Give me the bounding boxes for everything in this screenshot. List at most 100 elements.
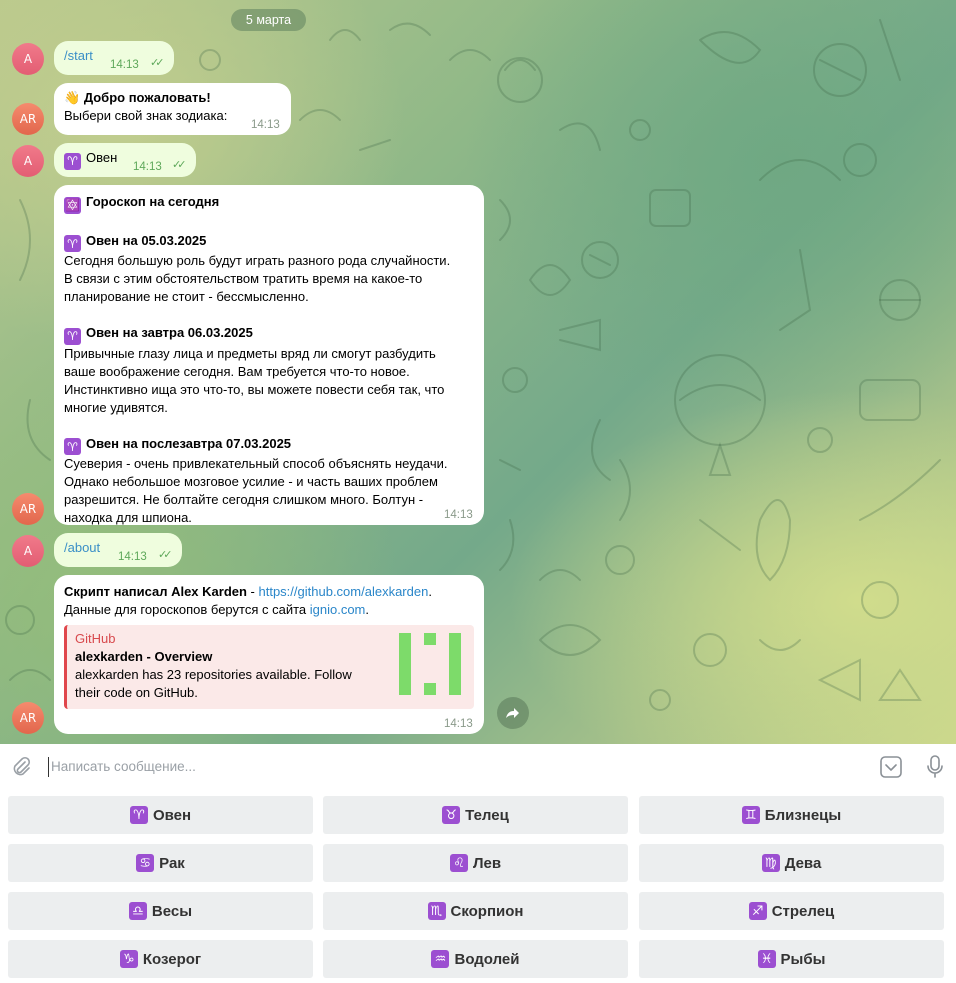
section-line: В связи с этим обстоятельством тратить в…	[64, 271, 423, 286]
section-line: Сегодня большую роль будут играть разног…	[64, 253, 451, 268]
message-time: 14:13	[118, 551, 147, 563]
zodiac-button-aries[interactable]: ♈ Овен	[8, 796, 313, 834]
command-text[interactable]: /about	[64, 540, 100, 555]
message-time: 14:13	[110, 59, 139, 71]
zodiac-button-taurus[interactable]: ♉ Телец	[323, 796, 628, 834]
aries-icon: ♈	[129, 806, 148, 824]
message-credits: Скрипт написал Alex Karden - https://git…	[54, 575, 484, 734]
user-avatar[interactable]: A	[12, 535, 44, 567]
link-preview[interactable]: GitHub alexkarden - Overview alexkarden …	[64, 625, 474, 709]
text-cursor	[48, 757, 49, 777]
section-line: разрешится. Не болтайте сегодня слишком …	[64, 492, 424, 507]
section-line: Суеверия - очень привлекательный способ …	[64, 456, 448, 471]
message-horoscope: 🔯 Гороскоп на сегодня ♈ Овен на 05.03.2025…	[54, 185, 484, 525]
horoscope-section-today: ♈ Овен на 05.03.2025 Сегодня большую роль…	[64, 232, 474, 307]
button-label: Скорпион	[450, 902, 524, 920]
microphone-icon[interactable]	[925, 754, 945, 780]
zodiac-button-libra[interactable]: ♎ Весы	[8, 892, 313, 930]
zodiac-button-sagittarius[interactable]: ♐ Стрелец	[639, 892, 944, 930]
button-label: Близнецы	[764, 806, 842, 824]
section-title: Овен на 05.03.2025	[86, 232, 207, 248]
aries-icon: ♈	[64, 235, 81, 252]
message-about[interactable]: /about 14:13 ✓✓	[54, 533, 182, 567]
section-line: Привычные глазу лица и предметы вряд ли …	[64, 345, 436, 361]
button-label: Лев	[472, 854, 502, 872]
bot-avatar[interactable]: AR	[12, 103, 44, 135]
command-text[interactable]: /start	[64, 48, 93, 63]
share-arrow-icon	[506, 708, 519, 718]
button-label: Рак	[159, 854, 185, 872]
paperclip-icon[interactable]	[10, 756, 32, 778]
button-label: Стрелец	[771, 902, 835, 920]
bot-avatar[interactable]: AR	[12, 702, 44, 734]
capricorn-icon: ♑	[119, 950, 138, 968]
read-check-icon: ✓✓	[158, 549, 173, 561]
sagittarius-icon: ♐	[748, 902, 767, 920]
message-time: 14:13	[251, 119, 280, 131]
message-oven[interactable]: ♈ Овен 14:13 ✓✓	[54, 143, 196, 177]
preview-description-line: their code on GitHub.	[75, 685, 198, 700]
cancer-icon: ♋	[136, 854, 155, 872]
preview-title: alexkarden - Overview	[75, 649, 213, 664]
button-label: Дева	[784, 854, 822, 872]
gemini-icon: ♊	[741, 806, 760, 824]
period-text: .	[428, 584, 432, 599]
zodiac-button-pisces[interactable]: ♓ Рыбы	[639, 940, 944, 978]
section-line: Однако небольшое мозговое усилие - и час…	[64, 474, 438, 489]
message-text: Овен	[86, 150, 118, 165]
zodiac-button-aquarius[interactable]: ♒ Водолей	[323, 940, 628, 978]
zodiac-button-virgo[interactable]: ♍ Дева	[639, 844, 944, 882]
github-link[interactable]: https://github.com/alexkarden	[259, 584, 429, 599]
aquarius-icon: ♒	[431, 950, 450, 968]
message-input-bar: Написать сообщение...	[0, 744, 956, 790]
user-avatar[interactable]: A	[12, 145, 44, 177]
welcome-text: Выбери свой знак зодиака:	[64, 108, 228, 123]
libra-icon: ♎	[128, 902, 147, 920]
button-label: Овен	[152, 806, 192, 824]
aries-icon: ♈	[64, 152, 81, 170]
date-label: 5 марта	[245, 13, 292, 27]
wave-emoji-icon: 👋	[64, 90, 81, 105]
section-line: многие удивятся.	[64, 399, 168, 415]
section-line: ваше воображение сегодня. Вам требуется …	[64, 363, 410, 379]
aries-icon: ♈	[64, 438, 81, 455]
section-line: Инстинктивно ища это что-то, вы можете п…	[64, 381, 445, 397]
zodiac-button-cancer[interactable]: ♋ Рак	[8, 844, 313, 882]
section-line: находка для шпиона.	[64, 510, 192, 525]
chat-area: 5 марта A /start 14:13 ✓✓ AR 👋 Добро пож…	[0, 0, 956, 744]
period-text: .	[365, 602, 369, 617]
virgo-icon: ♍	[761, 854, 780, 872]
zodiac-button-capricorn[interactable]: ♑ Козерог	[8, 940, 313, 978]
horoscope-section-day-after: ♈ Овен на послезавтра 07.03.2025 Суеверия…	[64, 435, 474, 528]
section-title: Овен на послезавтра 07.03.2025	[86, 435, 292, 451]
forward-button[interactable]	[497, 697, 529, 729]
zodiac-button-leo[interactable]: ♌ Лев	[323, 844, 628, 882]
preview-description-line: alexkarden has 23 repositories available…	[75, 667, 352, 682]
date-separator: 5 марта	[231, 9, 306, 31]
zodiac-button-scorpio[interactable]: ♏ Скорпион	[323, 892, 628, 930]
zodiac-button-gemini[interactable]: ♊ Близнецы	[639, 796, 944, 834]
section-title: Овен на завтра 06.03.2025	[86, 325, 253, 340]
star-of-david-icon: 🔯	[64, 196, 81, 214]
ignio-link[interactable]: ignio.com	[310, 602, 366, 617]
taurus-icon: ♉	[442, 806, 461, 824]
message-time: 14:13	[444, 718, 473, 730]
scorpio-icon: ♏	[427, 902, 446, 920]
user-avatar[interactable]: A	[12, 43, 44, 75]
message-start[interactable]: /start 14:13 ✓✓	[54, 41, 174, 75]
read-check-icon: ✓✓	[172, 159, 187, 171]
bot-reply-keyboard: ♈ Овен ♉ Телец ♊ Близнецы ♋ Рак ♌ Лев ♍ Дева ♎…	[0, 790, 956, 983]
button-label: Телец	[465, 806, 509, 824]
message-input[interactable]: Написать сообщение...	[51, 759, 196, 774]
bot-avatar[interactable]: AR	[12, 493, 44, 525]
bot-keyboard-toggle-icon[interactable]	[879, 755, 903, 779]
author-credit: Скрипт написал Alex Karden	[64, 584, 247, 599]
message-time: 14:13	[444, 509, 473, 521]
horoscope-header: Гороскоп на сегодня	[86, 194, 220, 209]
aries-icon: ♈	[64, 327, 81, 345]
github-identicon-icon	[399, 633, 461, 695]
preview-site-name: GitHub	[75, 631, 116, 646]
button-label: Козерог	[142, 950, 202, 968]
horoscope-section-tomorrow: ♈ Овен на завтра 06.03.2025 Привычные гла…	[64, 324, 474, 417]
separator-text: -	[246, 584, 259, 599]
